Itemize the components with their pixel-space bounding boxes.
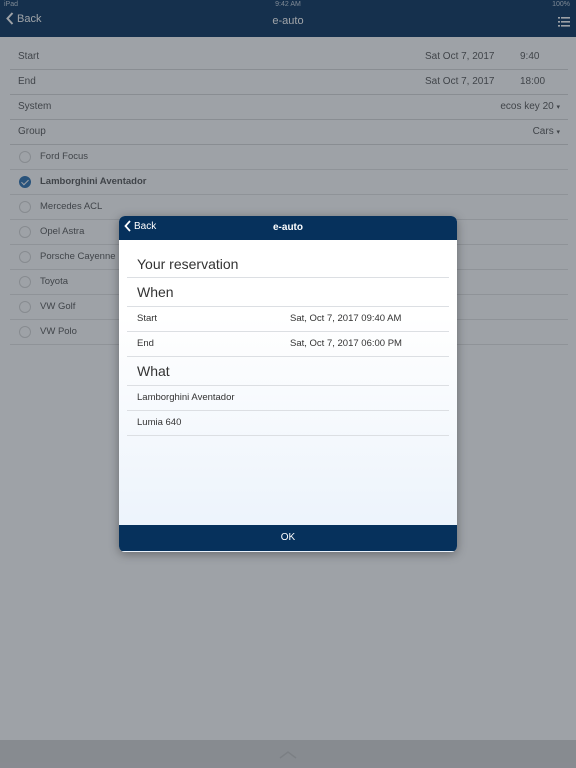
detail-end-label: End [137, 338, 154, 349]
dialog-title: e-auto [273, 222, 303, 233]
reservation-dialog: Back e-auto Your reservation When Start … [119, 216, 457, 552]
detail-end-value: Sat, Oct 7, 2017 06:00 PM [290, 338, 402, 349]
what-item-row: Lumia 640 [127, 411, 449, 436]
what-item: Lamborghini Aventador [137, 392, 235, 403]
end-detail-row: End Sat, Oct 7, 2017 06:00 PM [127, 332, 449, 357]
detail-start-value: Sat, Oct 7, 2017 09:40 AM [290, 313, 402, 324]
what-heading: What [137, 363, 170, 379]
start-detail-row: Start Sat, Oct 7, 2017 09:40 AM [127, 307, 449, 332]
dialog-header: Back e-auto [119, 216, 457, 240]
what-item-row: Lamborghini Aventador [127, 386, 449, 411]
reservation-heading: Your reservation [137, 256, 239, 272]
when-heading-row: When [127, 278, 449, 307]
ok-button[interactable]: OK [119, 525, 457, 551]
what-heading-row: What [127, 357, 449, 386]
when-heading: When [137, 284, 174, 300]
detail-start-label: Start [137, 313, 158, 324]
reservation-heading-row: Your reservation [127, 240, 449, 278]
what-item: Lumia 640 [137, 417, 182, 428]
